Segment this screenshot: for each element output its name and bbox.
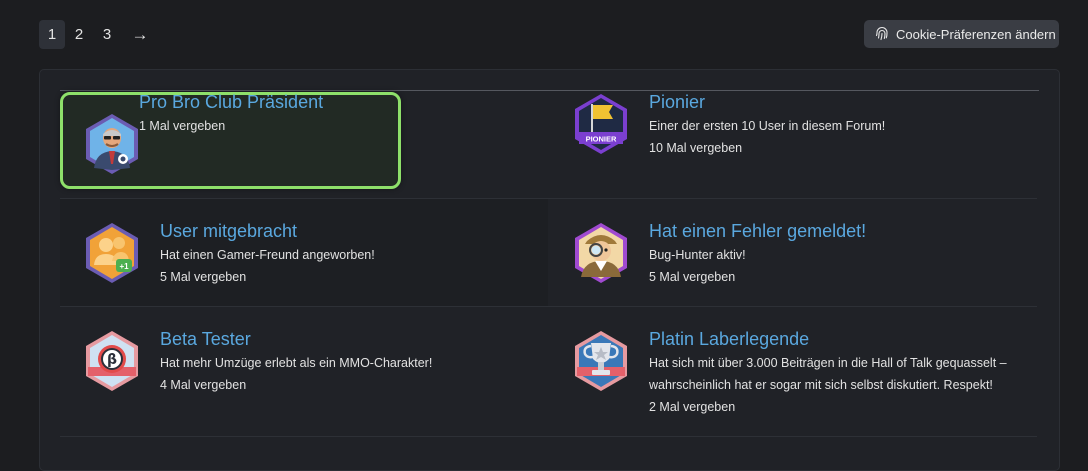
cookie-preferences-label: Cookie-Präferenzen ändern: [896, 26, 1056, 42]
badge-count: 5 Mal vergeben: [649, 270, 736, 284]
badge-item-beta-tester[interactable]: β Beta Tester Hat mehr Umzüge erlebt als…: [60, 307, 548, 436]
badge-description: Bug-Hunter aktiv!: [649, 248, 746, 262]
badge-count: 5 Mal vergeben: [160, 270, 247, 284]
badge-title[interactable]: Pro Bro Club Präsident: [139, 92, 323, 113]
badge-description-line-1: Hat sich mit über 3.000 Beiträgen in die…: [649, 356, 1007, 370]
badge-item-platin-laberlegende[interactable]: Platin Laberlegende Hat sich mit über 3.…: [549, 307, 1037, 436]
badge-item-user-mitgebracht[interactable]: +1 User mitgebracht Hat einen Gamer-Freu…: [60, 199, 548, 306]
plus-one-badge-text: +1: [119, 262, 129, 271]
badge-title[interactable]: Pionier: [649, 92, 705, 113]
detective-badge-icon: [575, 223, 627, 283]
next-page-arrow-icon[interactable]: →: [126, 20, 154, 49]
panel-top-divider: [60, 90, 1039, 91]
badge-count: 4 Mal vergeben: [160, 378, 247, 392]
pioneer-badge-text: PIONIER: [586, 135, 617, 144]
beta-coin-badge-icon: β: [86, 331, 138, 391]
badge-title[interactable]: User mitgebracht: [160, 221, 297, 242]
fingerprint-icon: [875, 27, 888, 41]
pioneer-flag-badge-icon: PIONIER: [575, 94, 627, 154]
beta-symbol-text: β: [107, 352, 117, 368]
pagination: 1 2 3 →: [39, 20, 155, 49]
page-2-button[interactable]: 2: [66, 20, 92, 49]
badge-description: Einer der ersten 10 User in diesem Forum…: [649, 119, 886, 133]
badge-title[interactable]: Platin Laberlegende: [649, 329, 809, 350]
badge-item-pro-bro-club-praesident[interactable]: Pro Bro Club Präsident 1 Mal vergeben: [60, 92, 401, 189]
cookie-preferences-button[interactable]: Cookie-Präferenzen ändern: [864, 20, 1059, 48]
row-divider: [60, 436, 1037, 437]
page-1-button[interactable]: 1: [39, 20, 65, 49]
badge-count: 10 Mal vergeben: [649, 141, 743, 155]
badge-description: Hat einen Gamer-Freund angeworben!: [160, 248, 375, 262]
badge-description-line-2: wahrscheinlich hat er sogar mit sich sel…: [649, 378, 993, 392]
badge-item-pionier[interactable]: PIONIER Pionier Einer der ersten 10 User…: [549, 92, 1037, 198]
page-3-button[interactable]: 3: [93, 20, 121, 49]
badges-panel: Pro Bro Club Präsident 1 Mal vergeben PI…: [39, 69, 1060, 471]
badge-title[interactable]: Beta Tester: [160, 329, 251, 350]
badge-title[interactable]: Hat einen Fehler gemeldet!: [649, 221, 866, 242]
badge-item-fehler-gemeldet[interactable]: Hat einen Fehler gemeldet! Bug-Hunter ak…: [549, 199, 1037, 306]
badge-count: 1 Mal vergeben: [139, 119, 226, 133]
badge-description: Hat mehr Umzüge erlebt als ein MMO-Chara…: [160, 356, 433, 370]
president-badge-icon: [86, 114, 138, 174]
users-plus-one-badge-icon: +1: [86, 223, 138, 283]
platinum-trophy-badge-icon: [575, 331, 627, 391]
badge-count: 2 Mal vergeben: [649, 400, 736, 414]
